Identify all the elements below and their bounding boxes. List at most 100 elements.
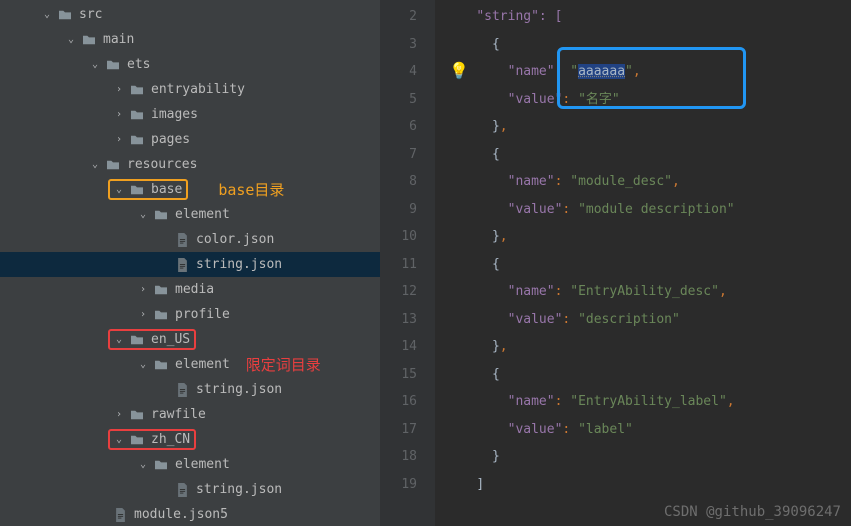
lightbulb-icon[interactable]: 💡 bbox=[449, 61, 469, 80]
folder-label: en_US bbox=[151, 332, 190, 347]
folder-icon bbox=[105, 58, 121, 72]
watermark: CSDN @github_39096247 bbox=[664, 504, 841, 520]
tree-row-element-zh[interactable]: ⌄ element bbox=[0, 452, 380, 477]
folder-label: element bbox=[175, 457, 230, 472]
annotation-base: base目录 bbox=[218, 179, 284, 200]
json-file-icon bbox=[174, 483, 190, 497]
folder-label: src bbox=[79, 7, 102, 22]
chevron-right-icon: › bbox=[112, 408, 126, 422]
code-line: "name": "EntryAbility_desc", bbox=[435, 278, 851, 306]
line-number: 16 bbox=[380, 388, 417, 416]
code-line: { bbox=[435, 141, 851, 169]
json-file-icon bbox=[112, 508, 128, 522]
project-tree[interactable]: ⌄ src ⌄ main ⌄ ets › entryability › imag… bbox=[0, 0, 380, 526]
tree-row-resources[interactable]: ⌄ resources bbox=[0, 152, 380, 177]
chevron-right-icon: › bbox=[112, 83, 126, 97]
code-line: "value": "label" bbox=[435, 416, 851, 444]
tree-row-src[interactable]: ⌄ src bbox=[0, 2, 380, 27]
line-number-gutter: 2 3 4 5 6 7 8 9 10 11 12 13 14 15 16 17 … bbox=[380, 0, 435, 526]
code-line: }, bbox=[435, 223, 851, 251]
tree-row-module-json5[interactable]: module.json5 bbox=[0, 502, 380, 526]
folder-icon bbox=[153, 208, 169, 222]
folder-icon bbox=[129, 83, 145, 97]
code-line: }, bbox=[435, 333, 851, 361]
code-line: } bbox=[435, 443, 851, 471]
folder-label: rawfile bbox=[151, 407, 206, 422]
code-line: "value": "description" bbox=[435, 306, 851, 334]
highlight-box-en-us: ⌄ en_US bbox=[108, 329, 196, 350]
tree-row-media[interactable]: › media bbox=[0, 277, 380, 302]
file-label: string.json bbox=[196, 482, 282, 497]
code-line: }, bbox=[435, 113, 851, 141]
json-file-icon bbox=[174, 258, 190, 272]
tree-row-string-json[interactable]: string.json bbox=[0, 252, 380, 277]
code-area[interactable]: 💡 "string": [ { "name": "aaaaaa", "value… bbox=[435, 0, 851, 526]
folder-label: pages bbox=[151, 132, 190, 147]
folder-icon bbox=[153, 458, 169, 472]
line-number: 12 bbox=[380, 278, 417, 306]
file-label: string.json bbox=[196, 382, 282, 397]
code-line: "string": [ bbox=[435, 3, 851, 31]
chevron-down-icon: ⌄ bbox=[88, 158, 102, 172]
chevron-down-icon: ⌄ bbox=[136, 208, 150, 222]
tree-row-pages[interactable]: › pages bbox=[0, 127, 380, 152]
folder-icon bbox=[129, 433, 145, 447]
folder-label: ets bbox=[127, 57, 150, 72]
code-editor[interactable]: 2 3 4 5 6 7 8 9 10 11 12 13 14 15 16 17 … bbox=[380, 0, 851, 526]
code-line: "name": "EntryAbility_label", bbox=[435, 388, 851, 416]
folder-label: main bbox=[103, 32, 134, 47]
folder-icon bbox=[81, 33, 97, 47]
folder-icon bbox=[129, 108, 145, 122]
tree-row-profile[interactable]: › profile bbox=[0, 302, 380, 327]
line-number: 14 bbox=[380, 333, 417, 361]
tree-row-ets[interactable]: ⌄ ets bbox=[0, 52, 380, 77]
folder-label: element bbox=[175, 357, 230, 372]
line-number: 11 bbox=[380, 251, 417, 279]
chevron-down-icon: ⌄ bbox=[112, 433, 126, 447]
annotation-qualifier: 限定词目录 bbox=[246, 354, 321, 375]
tree-row-color-json[interactable]: color.json bbox=[0, 227, 380, 252]
folder-label: element bbox=[175, 207, 230, 222]
tree-row-element-en[interactable]: ⌄ element 限定词目录 bbox=[0, 352, 380, 377]
tree-row-string-json-en[interactable]: string.json bbox=[0, 377, 380, 402]
folder-label: resources bbox=[127, 157, 197, 172]
tree-row-main[interactable]: ⌄ main bbox=[0, 27, 380, 52]
chevron-down-icon: ⌄ bbox=[64, 33, 78, 47]
chevron-right-icon: › bbox=[136, 283, 150, 297]
line-number: 7 bbox=[380, 141, 417, 169]
tree-row-base[interactable]: ⌄ base base目录 bbox=[0, 177, 380, 202]
folder-label: base bbox=[151, 182, 182, 197]
folder-icon bbox=[129, 408, 145, 422]
line-number: 2 bbox=[380, 3, 417, 31]
folder-icon bbox=[129, 333, 145, 347]
chevron-down-icon: ⌄ bbox=[40, 8, 54, 22]
tree-row-zh-cn[interactable]: ⌄ zh_CN bbox=[0, 427, 380, 452]
folder-icon bbox=[129, 133, 145, 147]
folder-label: media bbox=[175, 282, 214, 297]
chevron-down-icon: ⌄ bbox=[136, 358, 150, 372]
folder-icon bbox=[105, 158, 121, 172]
file-label: color.json bbox=[196, 232, 274, 247]
line-number: 13 bbox=[380, 306, 417, 334]
tree-row-rawfile[interactable]: › rawfile bbox=[0, 402, 380, 427]
file-label: module.json5 bbox=[134, 507, 228, 522]
tree-row-entryability[interactable]: › entryability bbox=[0, 77, 380, 102]
line-number: 17 bbox=[380, 416, 417, 444]
json-file-icon bbox=[174, 233, 190, 247]
code-line: ] bbox=[435, 471, 851, 499]
folder-icon bbox=[129, 183, 145, 197]
highlight-box-base: ⌄ base bbox=[108, 179, 188, 200]
line-number: 9 bbox=[380, 196, 417, 224]
code-line: { bbox=[435, 31, 851, 59]
line-number: 15 bbox=[380, 361, 417, 389]
code-line: "name": "aaaaaa", bbox=[435, 58, 851, 86]
file-label: string.json bbox=[196, 257, 282, 272]
highlight-box-zh-cn: ⌄ zh_CN bbox=[108, 429, 196, 450]
chevron-right-icon: › bbox=[136, 308, 150, 322]
folder-label: zh_CN bbox=[151, 432, 190, 447]
tree-row-element[interactable]: ⌄ element bbox=[0, 202, 380, 227]
tree-row-en-us[interactable]: ⌄ en_US bbox=[0, 327, 380, 352]
chevron-down-icon: ⌄ bbox=[112, 183, 126, 197]
tree-row-string-json-zh[interactable]: string.json bbox=[0, 477, 380, 502]
tree-row-images[interactable]: › images bbox=[0, 102, 380, 127]
